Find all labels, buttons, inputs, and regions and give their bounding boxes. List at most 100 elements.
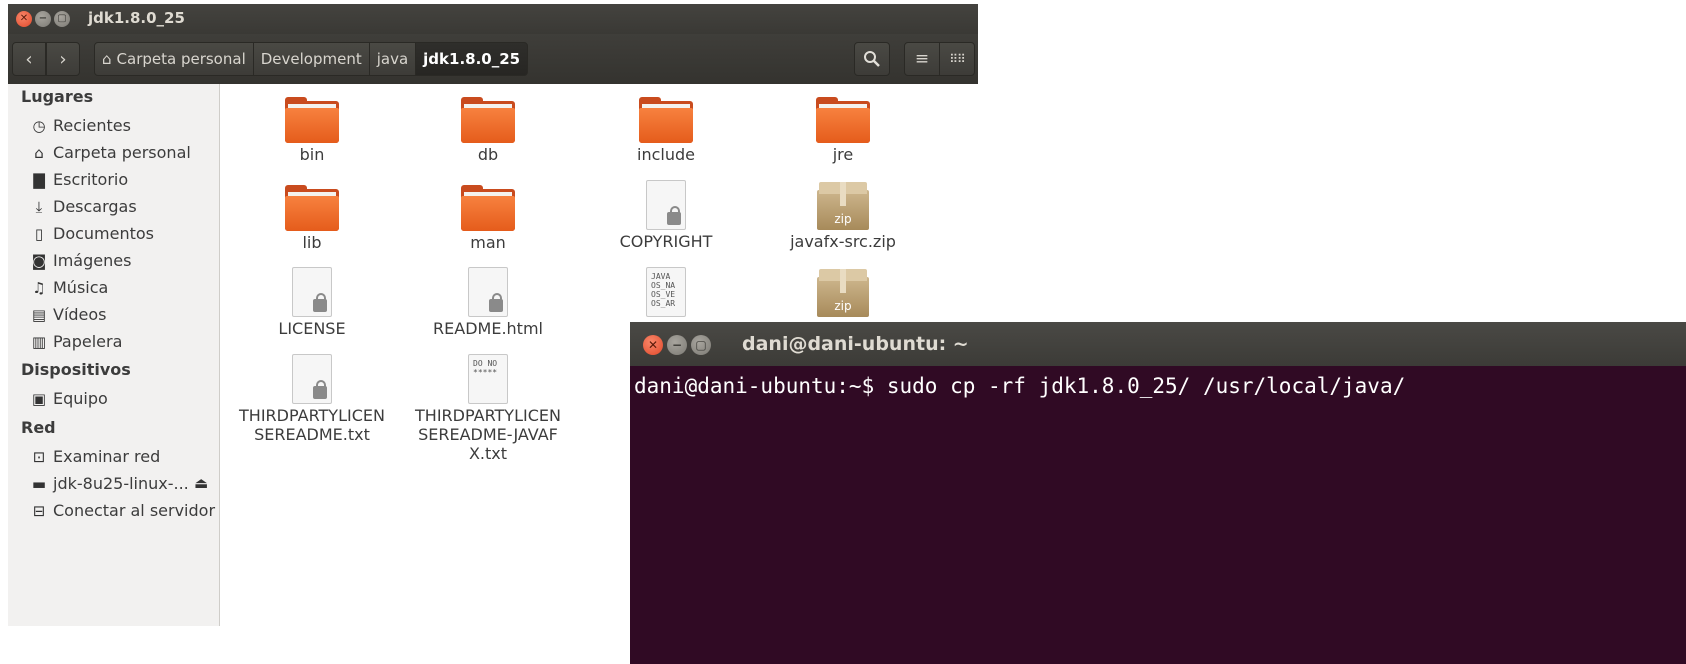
terminal-prompt: dani@dani-ubuntu:~$ xyxy=(634,374,875,398)
breadcrumb-development[interactable]: Development xyxy=(252,42,370,76)
trash-icon: ▥ xyxy=(31,332,47,351)
breadcrumb-java[interactable]: java xyxy=(368,42,417,76)
locked-document-icon xyxy=(468,267,508,317)
breadcrumb-current[interactable]: jdk1.8.0_25 xyxy=(415,42,529,76)
terminal-command: sudo cp -rf jdk1.8.0_25/ /usr/local/java… xyxy=(886,374,1406,398)
list-icon: ≡ xyxy=(914,49,930,69)
file-item-man[interactable]: man xyxy=(403,185,573,252)
drive-icon: ▬ xyxy=(31,474,47,493)
document-icon: ▯ xyxy=(34,224,44,243)
file-label: jre xyxy=(832,145,854,164)
sidebar-item-escritorio[interactable]: ▇ Escritorio xyxy=(30,170,128,189)
terminal-title: dani@dani-ubuntu: ~ xyxy=(742,333,969,355)
sidebar-item-musica[interactable]: ♫ Música xyxy=(30,278,108,297)
eject-icon[interactable]: ⏏ xyxy=(194,474,208,492)
sidebar-item-recientes[interactable]: ◷ Recientes xyxy=(30,116,131,135)
sidebar-item-label: Conectar al servidor xyxy=(53,501,216,520)
grid-view-button[interactable]: ⠿⠿ xyxy=(939,42,975,76)
grid-icon: ⠿⠿ xyxy=(949,52,966,66)
minimize-icon[interactable]: − xyxy=(667,335,687,355)
sidebar: Lugares ◷ Recientes ⌂ Carpeta personal ▇ Es… xyxy=(8,84,220,626)
download-icon: ⤓ xyxy=(35,197,43,216)
breadcrumb-home[interactable]: ⌂ Carpeta personal xyxy=(94,42,254,76)
file-item-bin[interactable]: bin xyxy=(227,97,397,164)
file-item-thirdparty-readme-javafx[interactable]: DO NO ***** THIRDPARTYLICENSEREADME-JAVA… xyxy=(403,354,573,463)
toolbar: ‹ › ⌂ Carpeta personal Development java … xyxy=(8,34,978,84)
locked-document-icon xyxy=(292,267,332,317)
file-manager-titlebar[interactable]: ✕ − ▢ jdk1.8.0_25 xyxy=(8,4,978,34)
maximize-icon[interactable]: ▢ xyxy=(54,11,70,27)
file-item-zip-partial[interactable]: zip xyxy=(758,269,928,317)
window-title: jdk1.8.0_25 xyxy=(88,9,185,27)
file-item-javafx-src-zip[interactable]: zip javafx-src.zip xyxy=(758,182,928,251)
file-item-lib[interactable]: lib xyxy=(227,185,397,252)
file-item-include[interactable]: include xyxy=(581,97,751,164)
music-icon: ♫ xyxy=(32,278,46,297)
file-label: db xyxy=(477,145,499,164)
search-button[interactable] xyxy=(854,42,890,76)
sidebar-item-documentos[interactable]: ▯ Documentos xyxy=(30,224,154,243)
folder-icon xyxy=(285,97,339,143)
file-item-db[interactable]: db xyxy=(403,97,573,164)
server-icon: ⊟ xyxy=(32,501,46,520)
file-item-jre[interactable]: jre xyxy=(758,97,928,164)
text-document-icon: JAVA OS_NA OS_VE OS_AR xyxy=(646,267,686,317)
forward-button[interactable]: › xyxy=(46,42,80,76)
folder-icon xyxy=(461,185,515,231)
minimize-icon[interactable]: − xyxy=(35,11,51,27)
sidebar-item-label: Equipo xyxy=(53,389,108,408)
back-button[interactable]: ‹ xyxy=(12,42,46,76)
sidebar-item-label: Recientes xyxy=(53,116,131,135)
home-icon: ⌂ xyxy=(102,50,112,68)
sidebar-item-label: Música xyxy=(53,278,109,297)
file-label: javafx-src.zip xyxy=(790,232,896,251)
sidebar-item-examinar-red[interactable]: ⊡ Examinar red xyxy=(30,447,161,466)
file-item-license[interactable]: LICENSE xyxy=(227,267,397,338)
search-icon xyxy=(864,51,880,67)
breadcrumb-label: Development xyxy=(260,50,362,68)
sidebar-item-videos[interactable]: ▤ Vídeos xyxy=(30,305,107,324)
sidebar-item-label: Documentos xyxy=(53,224,155,243)
file-item-release-partial[interactable]: JAVA OS_NA OS_VE OS_AR xyxy=(581,267,751,317)
folder-icon xyxy=(461,97,515,143)
folder-icon xyxy=(639,97,693,143)
maximize-icon[interactable]: ▢ xyxy=(691,335,711,355)
sidebar-item-descargas[interactable]: ⤓ Descargas xyxy=(30,197,137,216)
sidebar-item-label: Descargas xyxy=(53,197,137,216)
sidebar-heading-places: Lugares xyxy=(21,87,94,106)
file-item-thirdparty-readme[interactable]: THIRDPARTYLICENSEREADME.txt xyxy=(227,354,397,444)
sidebar-heading-devices: Dispositivos xyxy=(21,360,131,379)
terminal-titlebar[interactable]: ✕ − ▢ dani@dani-ubuntu: ~ xyxy=(630,322,1686,366)
terminal-window[interactable]: ✕ − ▢ dani@dani-ubuntu: ~ dani@dani-ubun… xyxy=(630,322,1686,664)
file-label: THIRDPARTYLICENSEREADME-JAVAFX.txt xyxy=(415,406,561,463)
sidebar-item-papelera[interactable]: ▥ Papelera xyxy=(30,332,123,351)
file-item-copyright[interactable]: COPYRIGHT xyxy=(581,180,751,251)
file-label: THIRDPARTYLICENSEREADME.txt xyxy=(239,406,385,444)
sidebar-item-equipo[interactable]: ▣ Equipo xyxy=(30,389,108,408)
file-label: lib xyxy=(302,233,322,252)
close-icon[interactable]: ✕ xyxy=(643,335,663,355)
sidebar-item-label: Imágenes xyxy=(53,251,132,270)
network-icon: ⊡ xyxy=(32,447,46,466)
sidebar-heading-network: Red xyxy=(21,418,56,437)
film-icon: ▤ xyxy=(31,305,47,324)
sidebar-item-label: Carpeta personal xyxy=(53,143,191,162)
breadcrumb-label: Carpeta personal xyxy=(116,50,246,68)
breadcrumb-label: java xyxy=(376,50,409,68)
file-label: COPYRIGHT xyxy=(619,232,713,251)
file-label: man xyxy=(470,233,506,252)
file-label: include xyxy=(637,145,695,164)
file-item-readme-html[interactable]: README.html xyxy=(403,267,573,338)
sidebar-item-home[interactable]: ⌂ Carpeta personal xyxy=(30,143,191,162)
camera-icon: ◙ xyxy=(31,251,47,270)
clock-icon: ◷ xyxy=(32,116,46,135)
breadcrumb: ⌂ Carpeta personal Development java jdk1… xyxy=(94,42,529,76)
file-label: LICENSE xyxy=(278,319,346,338)
sidebar-item-imagenes[interactable]: ◙ Imágenes xyxy=(30,251,132,270)
sidebar-item-conectar-servidor[interactable]: ⊟ Conectar al servidor xyxy=(30,501,215,520)
sidebar-item-jdk-drive[interactable]: ▬ jdk-8u25-linux-... xyxy=(30,474,189,493)
desktop-folder-icon: ▇ xyxy=(33,170,45,189)
list-view-button[interactable]: ≡ xyxy=(904,42,940,76)
terminal-output[interactable]: dani@dani-ubuntu:~$ sudo cp -rf jdk1.8.0… xyxy=(634,374,1405,398)
close-icon[interactable]: ✕ xyxy=(16,11,32,27)
